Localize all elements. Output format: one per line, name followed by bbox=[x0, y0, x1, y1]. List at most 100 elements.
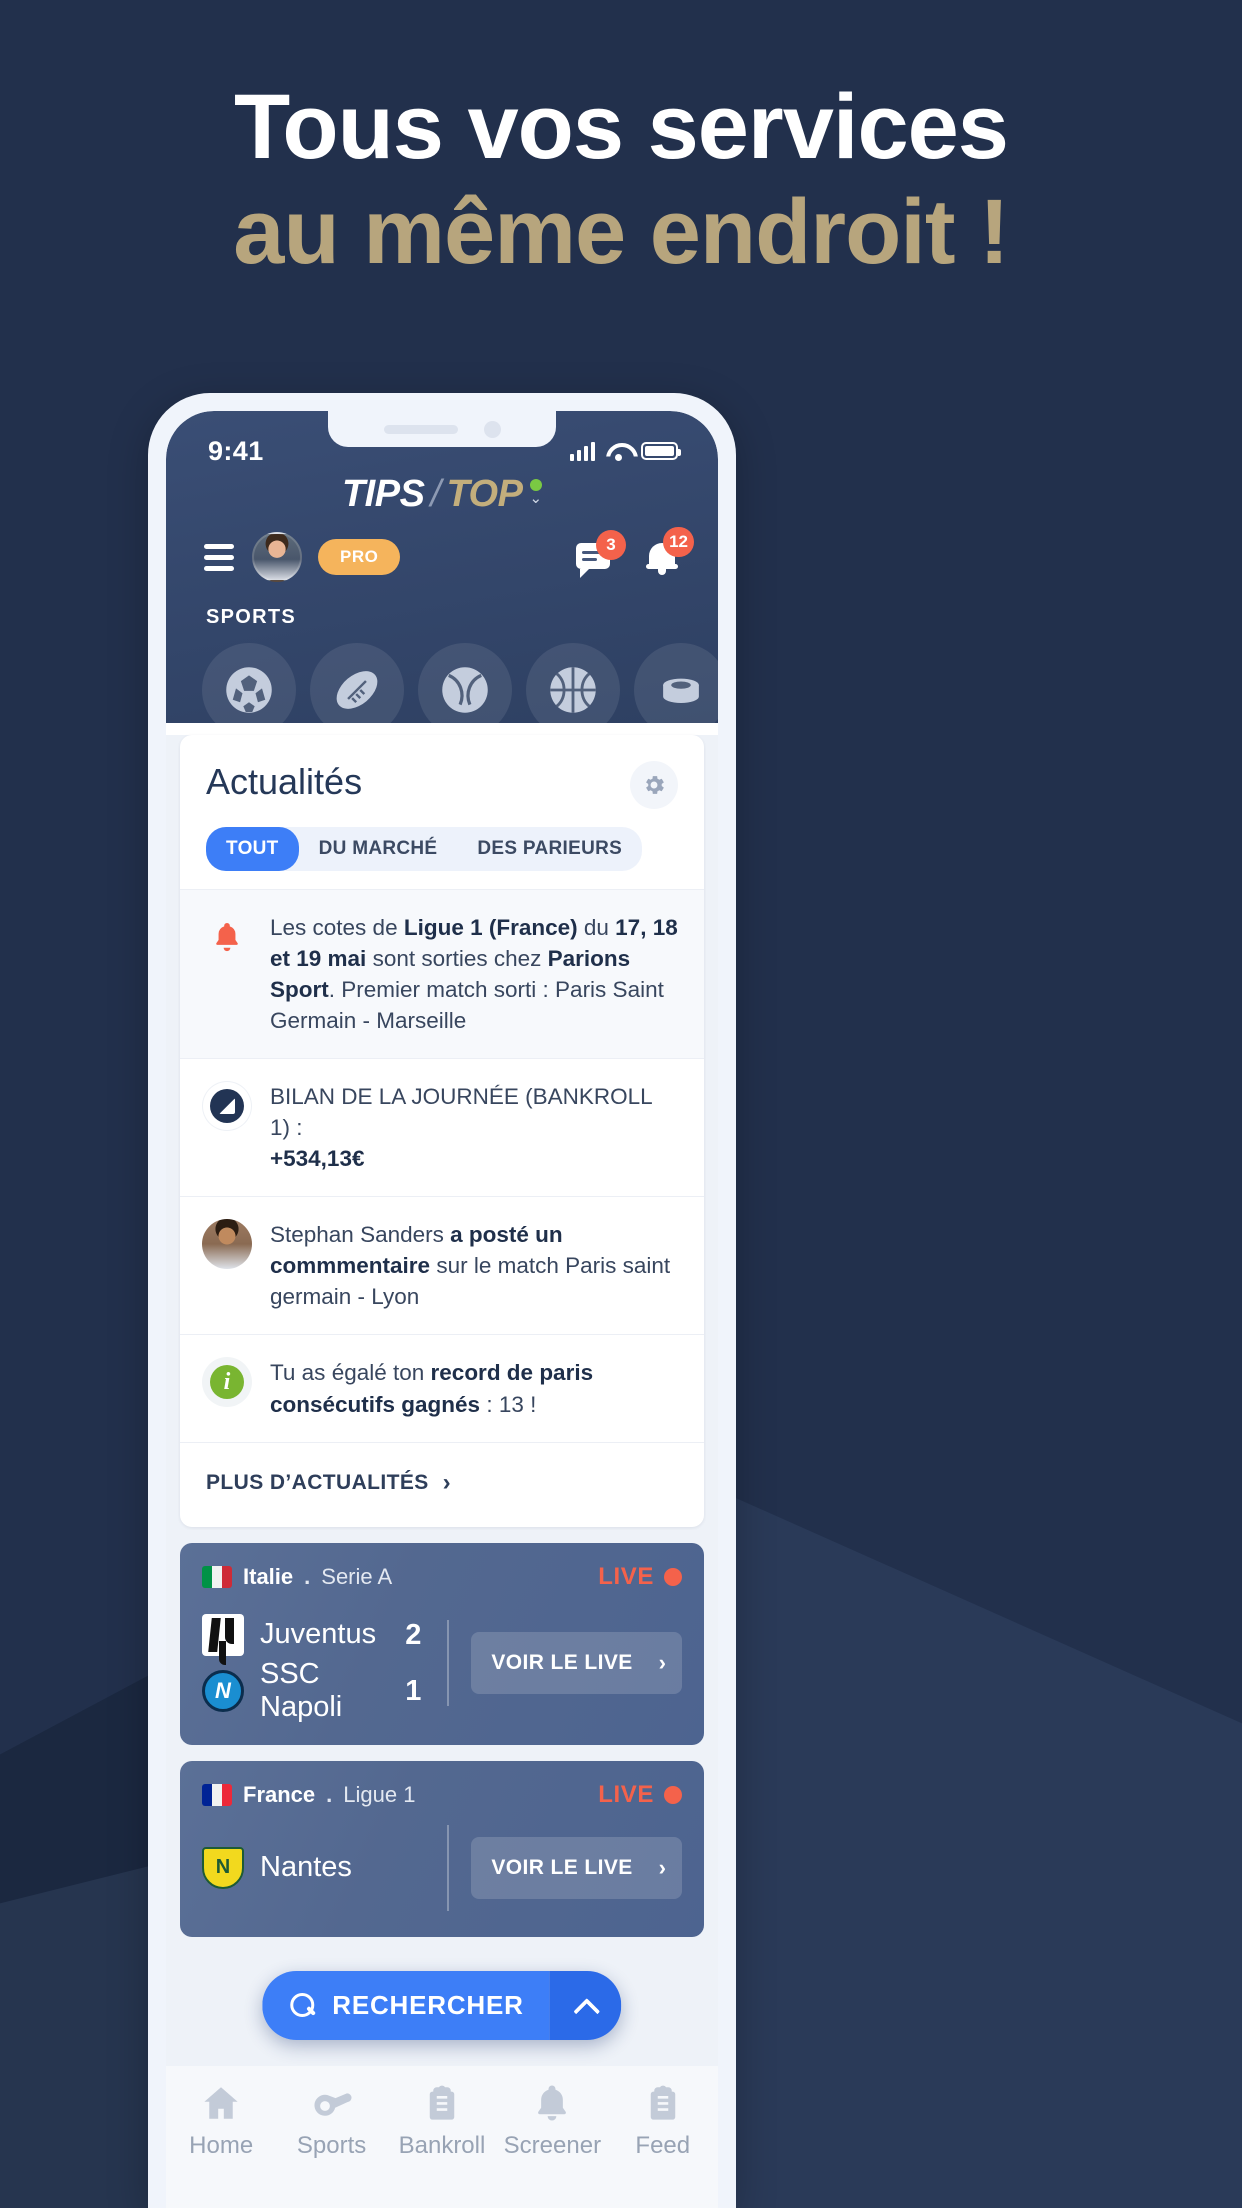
header-icons: 3 12 bbox=[576, 527, 694, 578]
nav-label-feed: Feed bbox=[635, 2132, 691, 2159]
score-column: 2 1 bbox=[397, 1607, 447, 1719]
news-card-header: Actualités bbox=[180, 735, 704, 809]
divider bbox=[447, 1824, 450, 1911]
search-button[interactable]: RECHERCHER bbox=[262, 1971, 550, 2040]
search-icon bbox=[290, 1992, 316, 2019]
logo-status-dropdown[interactable]: ⌄ bbox=[529, 479, 543, 507]
news-user-avatar bbox=[202, 1219, 252, 1270]
watch-live-label: VOIR LE LIVE bbox=[491, 1650, 633, 1674]
front-camera bbox=[483, 420, 501, 438]
list-item[interactable]: i Tu as égalé ton record de paris conséc… bbox=[180, 1334, 704, 1441]
burger-line bbox=[204, 565, 234, 571]
live-dot-icon bbox=[664, 1567, 682, 1586]
sports-section-label: SPORTS bbox=[206, 606, 297, 628]
news-text-bold: Ligue 1 (France) bbox=[403, 915, 578, 940]
news-text-plain: du bbox=[577, 915, 616, 940]
list-item[interactable]: BILAN DE LA JOURNÉE (BANKROLL 1) : +534,… bbox=[180, 1058, 704, 1196]
news-text-plain: : 13 ! bbox=[480, 1391, 537, 1417]
sport-hockey[interactable] bbox=[634, 643, 718, 737]
home-icon bbox=[204, 2087, 238, 2119]
league-info: Italie . Serie A bbox=[202, 1564, 392, 1590]
clipboard-icon bbox=[650, 2085, 675, 2120]
status-badge: LIVE bbox=[598, 1781, 682, 1809]
notifications-button[interactable]: 12 bbox=[646, 527, 694, 575]
watch-live-button[interactable]: VOIR LE LIVE › bbox=[471, 1631, 682, 1694]
news-bell-icon-wrap bbox=[202, 912, 252, 962]
match-header: Italie . Serie A LIVE bbox=[202, 1563, 682, 1591]
news-info-icon-wrap: i bbox=[202, 1357, 252, 1408]
status-badge: LIVE bbox=[598, 1563, 682, 1591]
watch-live-button[interactable]: VOIR LE LIVE › bbox=[471, 1836, 682, 1899]
tab-du-marche[interactable]: DU MARCHÉ bbox=[299, 827, 458, 871]
phone-notch bbox=[328, 411, 556, 447]
sport-football-soccer[interactable] bbox=[202, 643, 296, 737]
sport-tennis[interactable] bbox=[418, 643, 512, 737]
news-item-text: Stephan Sanders a posté un commmentaire … bbox=[270, 1219, 678, 1312]
match-body: Juventus N SSC Napoli 2 1 VOIR LE LIVE › bbox=[202, 1607, 682, 1723]
sport-american-football[interactable] bbox=[310, 643, 404, 737]
page-title: Actualités bbox=[206, 761, 363, 802]
logo-divider: / bbox=[430, 473, 441, 515]
nantes-crest-icon: N bbox=[202, 1846, 244, 1889]
chevron-right-icon: › bbox=[658, 1854, 666, 1880]
match-separator: . bbox=[326, 1781, 333, 1807]
notifications-badge: 12 bbox=[663, 527, 694, 557]
phone-mockup: 9:41 TIPS / TOP ⌄ PRO 3 12 SPORTS Actual… bbox=[148, 393, 736, 2208]
chevron-down-icon: ⌄ bbox=[529, 490, 543, 507]
news-settings-button[interactable] bbox=[630, 761, 678, 809]
phone-screen: 9:41 TIPS / TOP ⌄ PRO 3 12 SPORTS Actual… bbox=[166, 411, 718, 2208]
live-label: LIVE bbox=[598, 1562, 654, 1590]
team-row-home: N Nantes bbox=[202, 1840, 447, 1896]
nav-item-screener[interactable]: Screener bbox=[497, 2082, 607, 2160]
burger-line bbox=[204, 554, 234, 560]
match-card-france[interactable]: France . Ligue 1 LIVE N Nantes VOIR LE L… bbox=[180, 1761, 704, 1937]
nav-item-feed[interactable]: Feed bbox=[608, 2082, 718, 2160]
hamburger-menu-button[interactable] bbox=[204, 543, 234, 571]
logo-tips: TIPS bbox=[341, 473, 425, 515]
news-text-plain: Stephan Sanders bbox=[270, 1222, 451, 1248]
news-text-plain: Tu as égalé ton bbox=[270, 1360, 431, 1386]
messages-button[interactable]: 3 bbox=[576, 529, 626, 578]
search-expand-button[interactable] bbox=[549, 1971, 622, 2040]
teams-list: N Nantes bbox=[202, 1840, 447, 1896]
nav-label-bankroll: Bankroll bbox=[398, 2132, 486, 2159]
list-item[interactable]: Stephan Sanders a posté un commmentaire … bbox=[180, 1196, 704, 1334]
league-info: France . Ligue 1 bbox=[202, 1782, 415, 1808]
chevron-right-icon: › bbox=[442, 1468, 451, 1496]
logo-text: TIPS / TOP bbox=[341, 473, 523, 516]
home-team-name: Juventus bbox=[260, 1618, 377, 1651]
sports-icon-row bbox=[166, 629, 718, 737]
pro-badge[interactable]: PRO bbox=[318, 539, 401, 575]
nav-label-screener: Screener bbox=[503, 2132, 602, 2159]
napoli-crest-icon: N bbox=[202, 1669, 244, 1712]
info-icon: i bbox=[210, 1365, 244, 1400]
match-card-italy[interactable]: Italie . Serie A LIVE Juventus N SSC Nap… bbox=[180, 1543, 704, 1745]
home-team-name: Nantes bbox=[260, 1851, 352, 1884]
nav-item-bankroll[interactable]: Bankroll bbox=[387, 2082, 497, 2160]
news-list: Les cotes de Ligue 1 (France) du 17, 18 … bbox=[180, 889, 704, 1442]
news-text-plain: Les cotes de bbox=[270, 915, 404, 940]
signal-icon bbox=[570, 441, 595, 461]
more-news-button[interactable]: PLUS D’ACTUALITÉS › bbox=[180, 1441, 704, 1527]
messages-badge: 3 bbox=[596, 529, 626, 560]
team-row-home: Juventus bbox=[202, 1607, 397, 1663]
nav-item-home[interactable]: Home bbox=[166, 2082, 276, 2160]
nav-item-sports[interactable]: Sports bbox=[276, 2082, 386, 2160]
list-item[interactable]: Les cotes de Ligue 1 (France) du 17, 18 … bbox=[180, 889, 704, 1059]
match-separator: . bbox=[304, 1563, 311, 1589]
chevron-right-icon: › bbox=[658, 1649, 666, 1675]
match-body: N Nantes VOIR LE LIVE › bbox=[202, 1824, 682, 1911]
match-competition: Serie A bbox=[321, 1563, 393, 1589]
nav-label-home: Home bbox=[189, 2132, 254, 2159]
avatar[interactable] bbox=[252, 532, 302, 582]
basketball-icon bbox=[550, 667, 596, 713]
more-news-label: PLUS D’ACTUALITÉS bbox=[206, 1470, 429, 1494]
gear-icon bbox=[646, 776, 664, 794]
news-text-plain: . Premier match sorti : Paris Saint Germ… bbox=[270, 977, 664, 1034]
tab-des-parieurs[interactable]: DES PARIEURS bbox=[457, 827, 642, 871]
match-country: France bbox=[243, 1781, 316, 1807]
bell-icon bbox=[216, 922, 238, 952]
burger-line bbox=[204, 543, 234, 549]
sport-basketball[interactable] bbox=[526, 643, 620, 737]
tab-tout[interactable]: TOUT bbox=[206, 827, 299, 871]
